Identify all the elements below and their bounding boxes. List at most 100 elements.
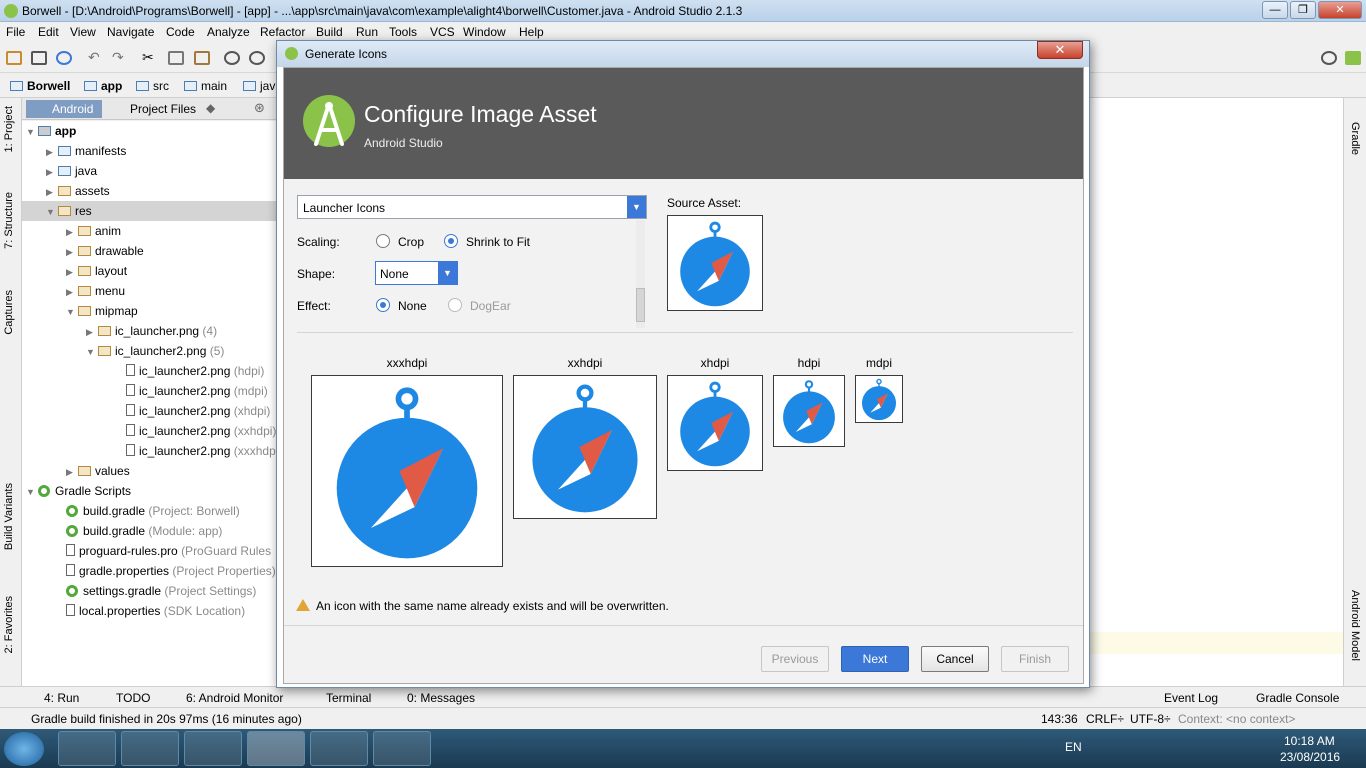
- asset-type-select[interactable]: Launcher Icons ▼: [297, 195, 647, 219]
- effect-none-label[interactable]: None: [398, 299, 427, 313]
- tab-project-files[interactable]: Project Files: [112, 100, 196, 118]
- tab-android-view[interactable]: Android: [26, 100, 102, 118]
- tab-project[interactable]: 1: Project: [3, 106, 15, 152]
- tab-structure[interactable]: 7: Structure: [3, 192, 15, 249]
- chevron-down-icon[interactable]: ▼: [438, 262, 457, 284]
- line-separator[interactable]: CRLF÷: [1086, 712, 1124, 726]
- explorer-task-icon[interactable]: [58, 731, 116, 766]
- breadcrumb-main[interactable]: main: [184, 79, 227, 93]
- tree-item-drawable[interactable]: ▶ drawable: [66, 241, 144, 261]
- tree-item-gradle-scripts[interactable]: ▼ Gradle Scripts: [26, 481, 131, 501]
- caret-position[interactable]: 143:36: [1041, 712, 1078, 726]
- paste-icon[interactable]: [194, 51, 210, 65]
- menu-view[interactable]: View: [70, 25, 96, 39]
- tree-file-local-properties[interactable]: local.properties (SDK Location): [66, 601, 276, 621]
- tab-run[interactable]: 4: Run: [44, 691, 79, 705]
- menu-run[interactable]: Run: [356, 25, 378, 39]
- tree-item-res[interactable]: ▼ res: [22, 201, 277, 221]
- minimize-button[interactable]: —: [1262, 1, 1288, 19]
- tree-item-app[interactable]: ▼ app: [26, 121, 76, 141]
- tab-build-variants[interactable]: Build Variants: [3, 483, 15, 550]
- tab-android-monitor[interactable]: 6: Android Monitor: [186, 691, 283, 705]
- next-button[interactable]: Next: [841, 646, 909, 672]
- tab-terminal[interactable]: Terminal: [326, 691, 371, 705]
- tree-item-layout[interactable]: ▶ layout: [66, 261, 127, 281]
- tree-file-mdpi[interactable]: ic_launcher2.png (mdpi): [126, 381, 268, 401]
- breadcrumb-borwell[interactable]: Borwell: [10, 79, 70, 93]
- shape-select[interactable]: None ▼: [375, 261, 458, 285]
- cancel-button[interactable]: Cancel: [921, 646, 989, 672]
- tree-file-xxxhdpi[interactable]: ic_launcher2.png (xxxhdpi): [126, 441, 276, 461]
- menu-code[interactable]: Code: [166, 25, 195, 39]
- tab-gradle[interactable]: Gradle: [1349, 122, 1361, 155]
- status-message[interactable]: Gradle build finished in 20s 97ms (16 mi…: [31, 712, 302, 726]
- menu-file[interactable]: File: [6, 25, 25, 39]
- tree-item-ic-launcher2[interactable]: ▼ ic_launcher2.png (5): [86, 341, 224, 361]
- editor-area[interactable]: [1090, 98, 1343, 686]
- options-scrollbar[interactable]: [636, 220, 645, 328]
- tab-favorites[interactable]: 2: Favorites: [3, 596, 15, 653]
- tree-file-xhdpi[interactable]: ic_launcher2.png (xhdpi): [126, 401, 270, 421]
- tree-item-java[interactable]: ▶ java: [46, 161, 97, 181]
- tree-item-menu[interactable]: ▶ menu: [66, 281, 125, 301]
- file-encoding[interactable]: UTF-8÷: [1130, 712, 1171, 726]
- tab-android-model[interactable]: Android Model: [1349, 590, 1361, 661]
- tree-item-mipmap[interactable]: ▼ mipmap: [66, 301, 138, 321]
- clock-date[interactable]: 23/08/2016: [1280, 750, 1340, 764]
- scaling-crop-radio[interactable]: [376, 234, 390, 248]
- tree-file-build-gradle-project[interactable]: build.gradle (Project: Borwell): [66, 501, 276, 521]
- replace-icon[interactable]: [249, 51, 265, 65]
- app-task-icon[interactable]: [310, 731, 368, 766]
- tab-messages[interactable]: 0: Messages: [407, 691, 475, 705]
- menu-build[interactable]: Build: [316, 25, 343, 39]
- tree-file-xxhdpi[interactable]: ic_launcher2.png (xxhdpi): [126, 421, 276, 441]
- sdk-manager-icon[interactable]: [1345, 51, 1361, 65]
- language-indicator[interactable]: EN: [1065, 740, 1082, 754]
- tree-file-proguard[interactable]: proguard-rules.pro (ProGuard Rules: [66, 541, 276, 561]
- copy-icon[interactable]: [168, 51, 184, 65]
- dialog-close-button[interactable]: ✕: [1037, 41, 1083, 59]
- menu-edit[interactable]: Edit: [38, 25, 59, 39]
- chevron-down-icon[interactable]: ▼: [627, 196, 646, 218]
- settings-gear-icon[interactable]: ⊛: [254, 100, 265, 116]
- scrollbar-thumb[interactable]: [636, 288, 645, 322]
- breadcrumb-src[interactable]: src: [136, 79, 169, 93]
- scaling-shrink-radio[interactable]: [444, 234, 458, 248]
- search-everywhere-icon[interactable]: [1321, 51, 1337, 65]
- chrome-task-icon[interactable]: [121, 731, 179, 766]
- tree-item-values[interactable]: ▶ values: [66, 461, 130, 481]
- tab-todo[interactable]: TODO: [116, 691, 150, 705]
- tree-file-build-gradle-module[interactable]: build.gradle (Module: app): [66, 521, 276, 541]
- tree-item-anim[interactable]: ▶ anim: [66, 221, 121, 241]
- tab-event-log[interactable]: Event Log: [1164, 691, 1218, 705]
- clock-time[interactable]: 10:18 AM: [1284, 734, 1335, 748]
- close-window-button[interactable]: ✕: [1318, 1, 1362, 19]
- effect-none-radio[interactable]: [376, 298, 390, 312]
- menu-vcs[interactable]: VCS: [430, 25, 455, 39]
- firefox-task-icon[interactable]: [184, 731, 242, 766]
- paint-task-icon[interactable]: [373, 731, 431, 766]
- collapse-icon[interactable]: ◆: [206, 101, 215, 115]
- breadcrumb-app[interactable]: app: [84, 79, 122, 93]
- save-icon[interactable]: [31, 51, 47, 65]
- tab-captures[interactable]: Captures: [3, 290, 15, 335]
- scaling-crop-label[interactable]: Crop: [398, 235, 424, 249]
- tree-item-manifests[interactable]: ▶ manifests: [46, 141, 126, 161]
- menu-tools[interactable]: Tools: [389, 25, 417, 39]
- menu-help[interactable]: Help: [519, 25, 544, 39]
- tree-item-ic-launcher[interactable]: ▶ ic_launcher.png (4): [86, 321, 217, 341]
- undo-icon[interactable]: ↶: [88, 49, 104, 65]
- tree-file-gradle-properties[interactable]: gradle.properties (Project Properties): [66, 561, 276, 581]
- start-button[interactable]: [4, 732, 44, 766]
- menu-window[interactable]: Window: [463, 25, 506, 39]
- tab-gradle-console[interactable]: Gradle Console: [1256, 691, 1339, 705]
- find-icon[interactable]: [224, 51, 240, 65]
- open-folder-icon[interactable]: [6, 51, 22, 65]
- sync-icon[interactable]: [56, 51, 72, 65]
- tree-item-assets[interactable]: ▶ assets: [46, 181, 110, 201]
- android-studio-task-icon[interactable]: [247, 731, 305, 766]
- menu-refactor[interactable]: Refactor: [260, 25, 305, 39]
- tree-file-settings-gradle[interactable]: settings.gradle (Project Settings): [66, 581, 276, 601]
- redo-icon[interactable]: ↷: [112, 49, 128, 65]
- menu-navigate[interactable]: Navigate: [107, 25, 154, 39]
